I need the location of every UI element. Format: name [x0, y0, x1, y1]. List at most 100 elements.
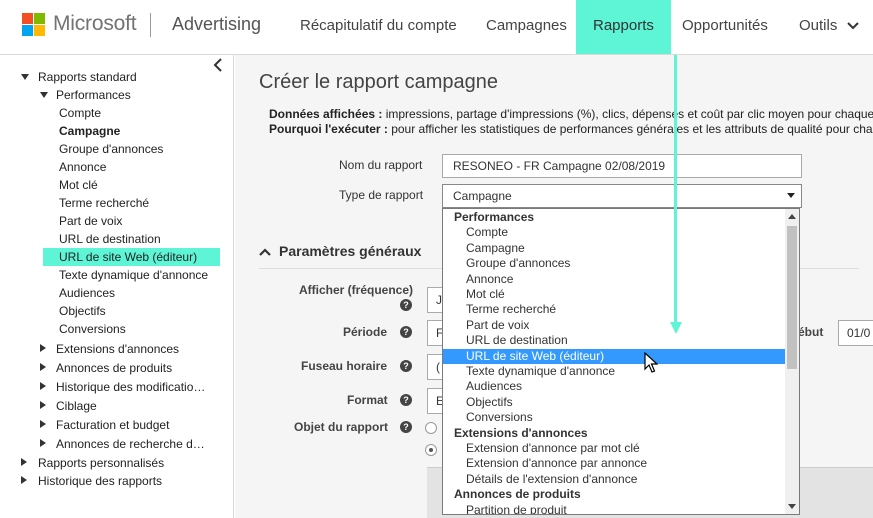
- brand-name[interactable]: Microsoft: [53, 12, 137, 36]
- brand-divider: [150, 13, 151, 37]
- help-icon[interactable]: ?: [400, 360, 412, 372]
- help-icon[interactable]: ?: [400, 326, 412, 338]
- tree-report-history[interactable]: Historique des rapports: [38, 472, 162, 490]
- why-run-text: pour afficher les statistiques de perfor…: [387, 122, 873, 136]
- dropdown-option[interactable]: Mot clé: [443, 287, 786, 302]
- expand-right-icon[interactable]: [40, 420, 46, 428]
- help-icon[interactable]: ?: [400, 299, 412, 311]
- tree-search-ads[interactable]: Annonces de recherche d…: [56, 435, 205, 453]
- timezone-label: Fuseau horaire: [301, 359, 388, 373]
- period-label: Période: [343, 325, 388, 339]
- annotation-arrow-head: [670, 322, 682, 334]
- tree-item-share-of-voice[interactable]: Part de voix: [59, 212, 122, 230]
- help-icon[interactable]: ?: [400, 394, 412, 406]
- tree-standard-reports[interactable]: Rapports standard: [38, 68, 137, 86]
- report-name-input[interactable]: RESONEO - FR Campagne 02/08/2019: [442, 154, 802, 178]
- report-type-label: Type de rapport: [339, 188, 424, 202]
- nav-account-summary[interactable]: Récapitulatif du compte: [300, 0, 457, 54]
- tree-billing-budget[interactable]: Facturation et budget: [56, 416, 169, 434]
- format-label: Format: [347, 393, 388, 407]
- expand-right-icon[interactable]: [40, 363, 46, 371]
- dropdown-group-header: Extensions d'annonces: [454, 425, 588, 440]
- purpose-radio-1[interactable]: [425, 422, 437, 434]
- report-type-dropdown-list[interactable]: Partition de produit Annonces de produits…: [442, 208, 800, 515]
- help-icon[interactable]: ?: [400, 421, 412, 433]
- dropdown-option[interactable]: Texte dynamique d'annonce: [443, 364, 786, 379]
- expand-down-icon[interactable]: [40, 92, 48, 98]
- dropdown-option[interactable]: Audiences: [443, 379, 786, 394]
- expand-right-icon[interactable]: [40, 382, 46, 390]
- purpose-radio-2[interactable]: [425, 444, 437, 456]
- dropdown-option[interactable]: Part de voix: [443, 318, 786, 333]
- data-shown-text: impressions, partage d'impressions (%), …: [382, 107, 873, 121]
- scroll-up-icon[interactable]: [788, 214, 796, 219]
- dropdown-option-selected[interactable]: URL de site Web (éditeur): [443, 348, 786, 364]
- nav-opportunities[interactable]: Opportunités: [682, 0, 768, 54]
- dropdown-arrow-icon: [787, 193, 795, 198]
- dropdown-option[interactable]: Campagne: [443, 241, 786, 256]
- tree-item-goals[interactable]: Objectifs: [59, 302, 106, 320]
- tree-item-audiences[interactable]: Audiences: [59, 284, 115, 302]
- dropdown-option[interactable]: Détails de l'extension d'annonce: [443, 472, 786, 487]
- dropdown-option[interactable]: Terme recherché: [443, 302, 786, 317]
- dropdown-option[interactable]: Partition de produit: [443, 503, 786, 514]
- nav-campaigns[interactable]: Campagnes: [486, 0, 567, 54]
- report-type-select[interactable]: Campagne: [442, 184, 802, 208]
- tree-performance[interactable]: Performances: [56, 86, 131, 104]
- tree-item-account[interactable]: Compte: [59, 104, 101, 122]
- microsoft-logo-icon[interactable]: [22, 13, 45, 36]
- tree-item-destination-url[interactable]: URL de destination: [59, 230, 161, 248]
- start-date-label: ébut: [798, 325, 824, 339]
- tree-item-dynamic-ad-text[interactable]: Texte dynamique d'annonce: [59, 266, 208, 284]
- dropdown-scrollbar[interactable]: [785, 209, 799, 514]
- tree-change-history[interactable]: Historique des modificatio…: [56, 378, 205, 396]
- expand-right-icon[interactable]: [21, 458, 27, 466]
- scroll-down-icon[interactable]: [788, 504, 796, 509]
- expand-right-icon[interactable]: [40, 439, 46, 447]
- report-type-value: Campagne: [453, 189, 512, 203]
- dropdown-option[interactable]: URL de destination: [443, 333, 786, 348]
- nav-reports[interactable]: Rapports: [576, 0, 671, 54]
- dropdown-option[interactable]: Compte: [443, 225, 786, 240]
- tree-targeting[interactable]: Ciblage: [56, 397, 97, 415]
- dropdown-option[interactable]: Annonce: [443, 272, 786, 287]
- expand-right-icon[interactable]: [40, 401, 46, 409]
- dropdown-group-header: Annonces de produits: [454, 487, 581, 502]
- dropdown-group-header: Performances: [454, 210, 535, 224]
- dropdown-option[interactable]: Extension d'annonce par mot clé: [443, 441, 786, 456]
- general-settings-header[interactable]: Paramètres généraux: [259, 243, 421, 259]
- report-purpose-label: Objet du rapport: [294, 420, 388, 434]
- data-shown-line: Données affichées : impressions, partage…: [269, 107, 873, 121]
- dropdown-option[interactable]: Extension d'annonce par annonce: [443, 456, 786, 471]
- chevron-down-icon: [846, 22, 859, 30]
- page-title: Créer le rapport campagne: [259, 71, 499, 93]
- tree-ad-extensions[interactable]: Extensions d'annonces: [56, 340, 179, 358]
- dropdown-option[interactable]: Conversions: [443, 410, 786, 425]
- mouse-pointer-icon: [644, 352, 658, 373]
- frequency-label: Afficher (fréquence): [299, 283, 414, 297]
- tree-product-ads[interactable]: Annonces de produits: [56, 359, 172, 377]
- data-shown-label: Données affichées :: [269, 107, 383, 121]
- tree-item-campaign[interactable]: Campagne: [59, 122, 120, 140]
- why-run-line: Pourquoi l'exécuter : pour afficher les …: [269, 122, 873, 136]
- nav-tools[interactable]: Outils: [799, 0, 859, 54]
- annotation-arrow-line: [674, 55, 677, 325]
- tree-item-ad-group[interactable]: Groupe d'annonces: [59, 140, 163, 158]
- dropdown-option[interactable]: Objectifs: [443, 395, 786, 410]
- tree-item-search-term[interactable]: Terme recherché: [59, 194, 149, 212]
- product-name[interactable]: Advertising: [172, 14, 261, 35]
- tree-item-conversions[interactable]: Conversions: [59, 320, 126, 338]
- expand-right-icon[interactable]: [40, 344, 46, 352]
- tree-item-ad[interactable]: Annonce: [59, 158, 106, 176]
- start-date-input[interactable]: 01/0: [838, 320, 873, 346]
- scroll-thumb[interactable]: [787, 226, 797, 369]
- collapse-sidebar-icon[interactable]: [213, 58, 223, 77]
- tree-item-keyword[interactable]: Mot clé: [59, 176, 98, 194]
- expand-right-icon[interactable]: [21, 476, 27, 484]
- expand-down-icon[interactable]: [21, 74, 29, 80]
- tree-item-publisher-url[interactable]: URL de site Web (éditeur): [43, 248, 220, 266]
- report-name-label: Nom du rapport: [339, 158, 423, 172]
- dropdown-option[interactable]: Groupe d'annonces: [443, 256, 786, 271]
- tree-custom-reports[interactable]: Rapports personnalisés: [38, 454, 164, 472]
- top-nav: Microsoft Advertising Récapitulatif du c…: [0, 0, 873, 55]
